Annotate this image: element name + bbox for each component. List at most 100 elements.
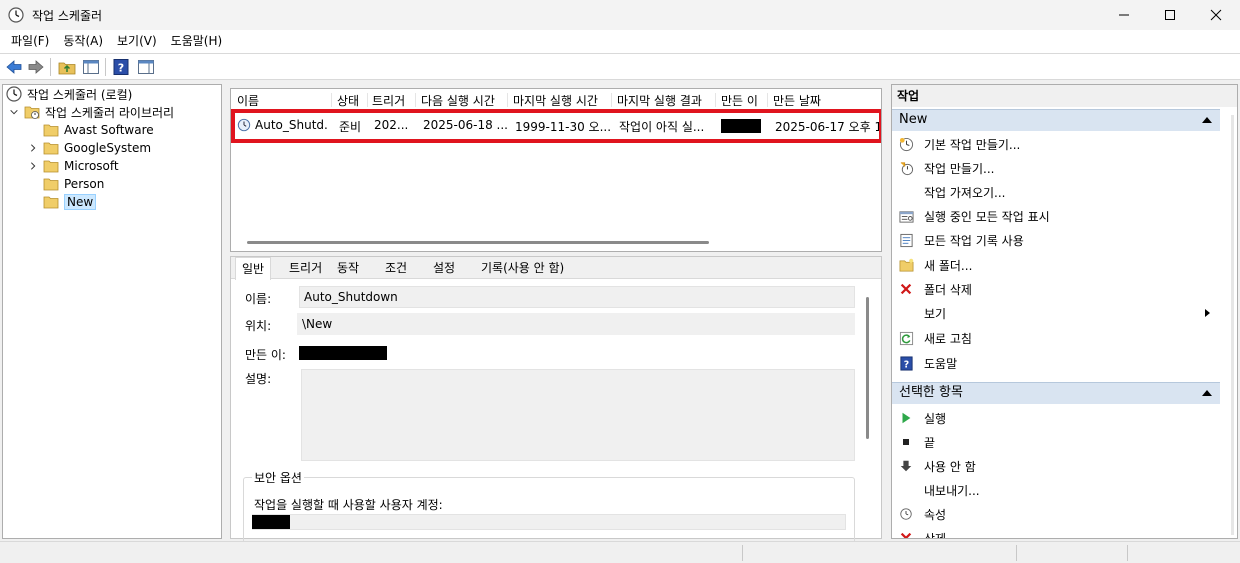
action-export[interactable]: 내보내기... xyxy=(898,479,1216,501)
name-label: 이름: xyxy=(245,292,272,306)
action-run[interactable]: 실행 xyxy=(898,407,1216,429)
action-view[interactable]: 보기 xyxy=(898,302,1216,324)
action-import-task[interactable]: 작업 가져오기... xyxy=(898,181,1216,203)
column-header[interactable]: 트리거 xyxy=(372,92,414,109)
clock-icon xyxy=(6,86,22,102)
security-options-group: 보안 옵션 작업을 실행할 때 사용할 사용자 계정: xyxy=(243,469,855,547)
section-title: New xyxy=(899,112,928,127)
menu-help[interactable]: 도움말(H) xyxy=(164,30,230,53)
collapse-triangle-icon[interactable] xyxy=(1202,390,1212,396)
tree-folder-avast[interactable]: Avast Software xyxy=(43,121,154,139)
menu-action[interactable]: 동작(A) xyxy=(56,30,110,53)
close-button[interactable] xyxy=(1193,0,1239,30)
back-icon[interactable] xyxy=(5,58,23,76)
task-details-panel: 일반 트리거 동작 조건 설정 기록(사용 안 함) 이름: Auto_Shut… xyxy=(230,256,882,547)
detail-tabs: 일반 트리거 동작 조건 설정 기록(사용 안 함) xyxy=(231,257,881,280)
menu-file[interactable]: 파일(F) xyxy=(4,30,56,53)
maximize-icon xyxy=(1165,10,1175,20)
action-pane-header: 작업 xyxy=(892,85,1237,107)
minimize-button[interactable] xyxy=(1101,0,1147,30)
action-create-basic-task[interactable]: 기본 작업 만들기... xyxy=(898,133,1216,155)
chevron-down-icon[interactable] xyxy=(8,106,20,118)
column-divider[interactable] xyxy=(611,93,612,107)
column-divider[interactable] xyxy=(331,93,332,107)
tree-folder-googlesystem[interactable]: GoogleSystem xyxy=(27,139,151,157)
column-header[interactable]: 이름 xyxy=(237,92,327,109)
blank-icon xyxy=(898,482,914,498)
menu-view[interactable]: 보기(V) xyxy=(110,30,164,53)
action-properties[interactable]: 속성 xyxy=(898,503,1216,525)
tab-conditions[interactable]: 조건 xyxy=(379,257,413,279)
new-folder-icon xyxy=(898,257,914,273)
folder-icon xyxy=(43,140,59,156)
center-pane: 이름 상태 트리거 다음 실행 시간 마지막 실행 시간 마지막 실행 결과 만… xyxy=(228,84,886,547)
tree-library-label: 작업 스케줄러 라이브러리 xyxy=(45,105,175,120)
show-hide-tree-icon[interactable] xyxy=(82,58,100,76)
column-header[interactable]: 상태 xyxy=(337,92,367,109)
chevron-right-icon[interactable] xyxy=(27,142,39,154)
maximize-button[interactable] xyxy=(1147,0,1193,30)
details-vertical-scrollbar[interactable] xyxy=(866,297,869,439)
description-field[interactable] xyxy=(301,369,855,461)
action-label: 실행 중인 모든 작업 표시 xyxy=(924,209,1050,224)
action-display-running-tasks[interactable]: 실행 중인 모든 작업 표시 xyxy=(898,205,1216,227)
delete-x-icon xyxy=(898,281,914,297)
action-refresh[interactable]: 새로 고침 xyxy=(898,327,1216,349)
running-tasks-icon xyxy=(898,208,914,224)
folder-icon xyxy=(43,122,59,138)
horizontal-scrollbar[interactable] xyxy=(247,241,709,244)
action-label: 내보내기... xyxy=(924,483,980,498)
action-label: 새 폴더... xyxy=(924,258,973,273)
refresh-icon xyxy=(898,330,914,346)
highlight-box xyxy=(231,109,881,143)
column-header[interactable]: 만든 이 xyxy=(721,92,769,109)
column-header[interactable]: 마지막 실행 시간 xyxy=(513,92,611,109)
action-pane-scrollbar[interactable] xyxy=(1231,115,1234,535)
column-header[interactable]: 다음 실행 시간 xyxy=(421,92,509,109)
action-help[interactable]: ? 도움말 xyxy=(898,352,1216,374)
column-divider[interactable] xyxy=(507,93,508,107)
action-label: 사용 안 함 xyxy=(924,459,976,474)
window-title: 작업 스케줄러 xyxy=(32,9,103,23)
tree-folder-person[interactable]: Person xyxy=(43,175,104,193)
column-divider[interactable] xyxy=(715,93,716,107)
tree-folder-microsoft[interactable]: Microsoft xyxy=(27,157,119,175)
name-field[interactable]: Auto_Shutdown xyxy=(299,286,855,308)
tree-library[interactable]: 작업 스케줄러 라이브러리 xyxy=(8,103,174,121)
help-icon[interactable]: ? xyxy=(112,58,130,76)
folder-icon xyxy=(43,176,59,192)
show-hide-action-pane-icon[interactable] xyxy=(137,58,155,76)
tree-folder-label: Microsoft xyxy=(64,159,119,173)
action-disable[interactable]: 사용 안 함 xyxy=(898,455,1216,477)
tab-history[interactable]: 기록(사용 안 함) xyxy=(475,257,570,279)
forward-icon[interactable] xyxy=(27,58,45,76)
tab-triggers[interactable]: 트리거 xyxy=(283,257,328,279)
action-label: 속성 xyxy=(924,507,947,522)
redacted-account xyxy=(252,515,290,529)
action-end[interactable]: 끝 xyxy=(898,431,1216,453)
tree-root[interactable]: 작업 스케줄러 (로컬) xyxy=(6,85,132,103)
column-divider[interactable] xyxy=(367,93,368,107)
title-bar: 작업 스케줄러 xyxy=(0,0,1240,30)
author-label: 만든 이: xyxy=(245,348,286,362)
tab-settings[interactable]: 설정 xyxy=(427,257,461,279)
tab-general[interactable]: 일반 xyxy=(235,257,272,280)
action-create-task[interactable]: 작업 만들기... xyxy=(898,157,1216,179)
chevron-right-icon[interactable] xyxy=(27,160,39,172)
action-delete[interactable]: 삭제 xyxy=(898,527,1216,538)
create-task-icon xyxy=(898,160,914,176)
column-header[interactable]: 마지막 실행 결과 xyxy=(617,92,715,109)
toolbar-separator xyxy=(105,58,106,76)
collapse-triangle-icon[interactable] xyxy=(1202,117,1212,123)
action-enable-history[interactable]: 모든 작업 기록 사용 xyxy=(898,229,1216,251)
action-delete-folder[interactable]: 폴더 삭제 xyxy=(898,278,1216,300)
column-header[interactable]: 만든 날짜 xyxy=(773,92,881,109)
action-new-folder[interactable]: 새 폴더... xyxy=(898,254,1216,276)
section-new[interactable]: New xyxy=(892,109,1220,131)
column-divider[interactable] xyxy=(415,93,416,107)
tree-folder-new[interactable]: New xyxy=(43,193,97,211)
section-selected-item[interactable]: 선택한 항목 xyxy=(892,382,1220,404)
column-divider[interactable] xyxy=(767,93,768,107)
tab-actions[interactable]: 동작 xyxy=(331,257,365,279)
folder-up-icon[interactable] xyxy=(58,58,76,76)
